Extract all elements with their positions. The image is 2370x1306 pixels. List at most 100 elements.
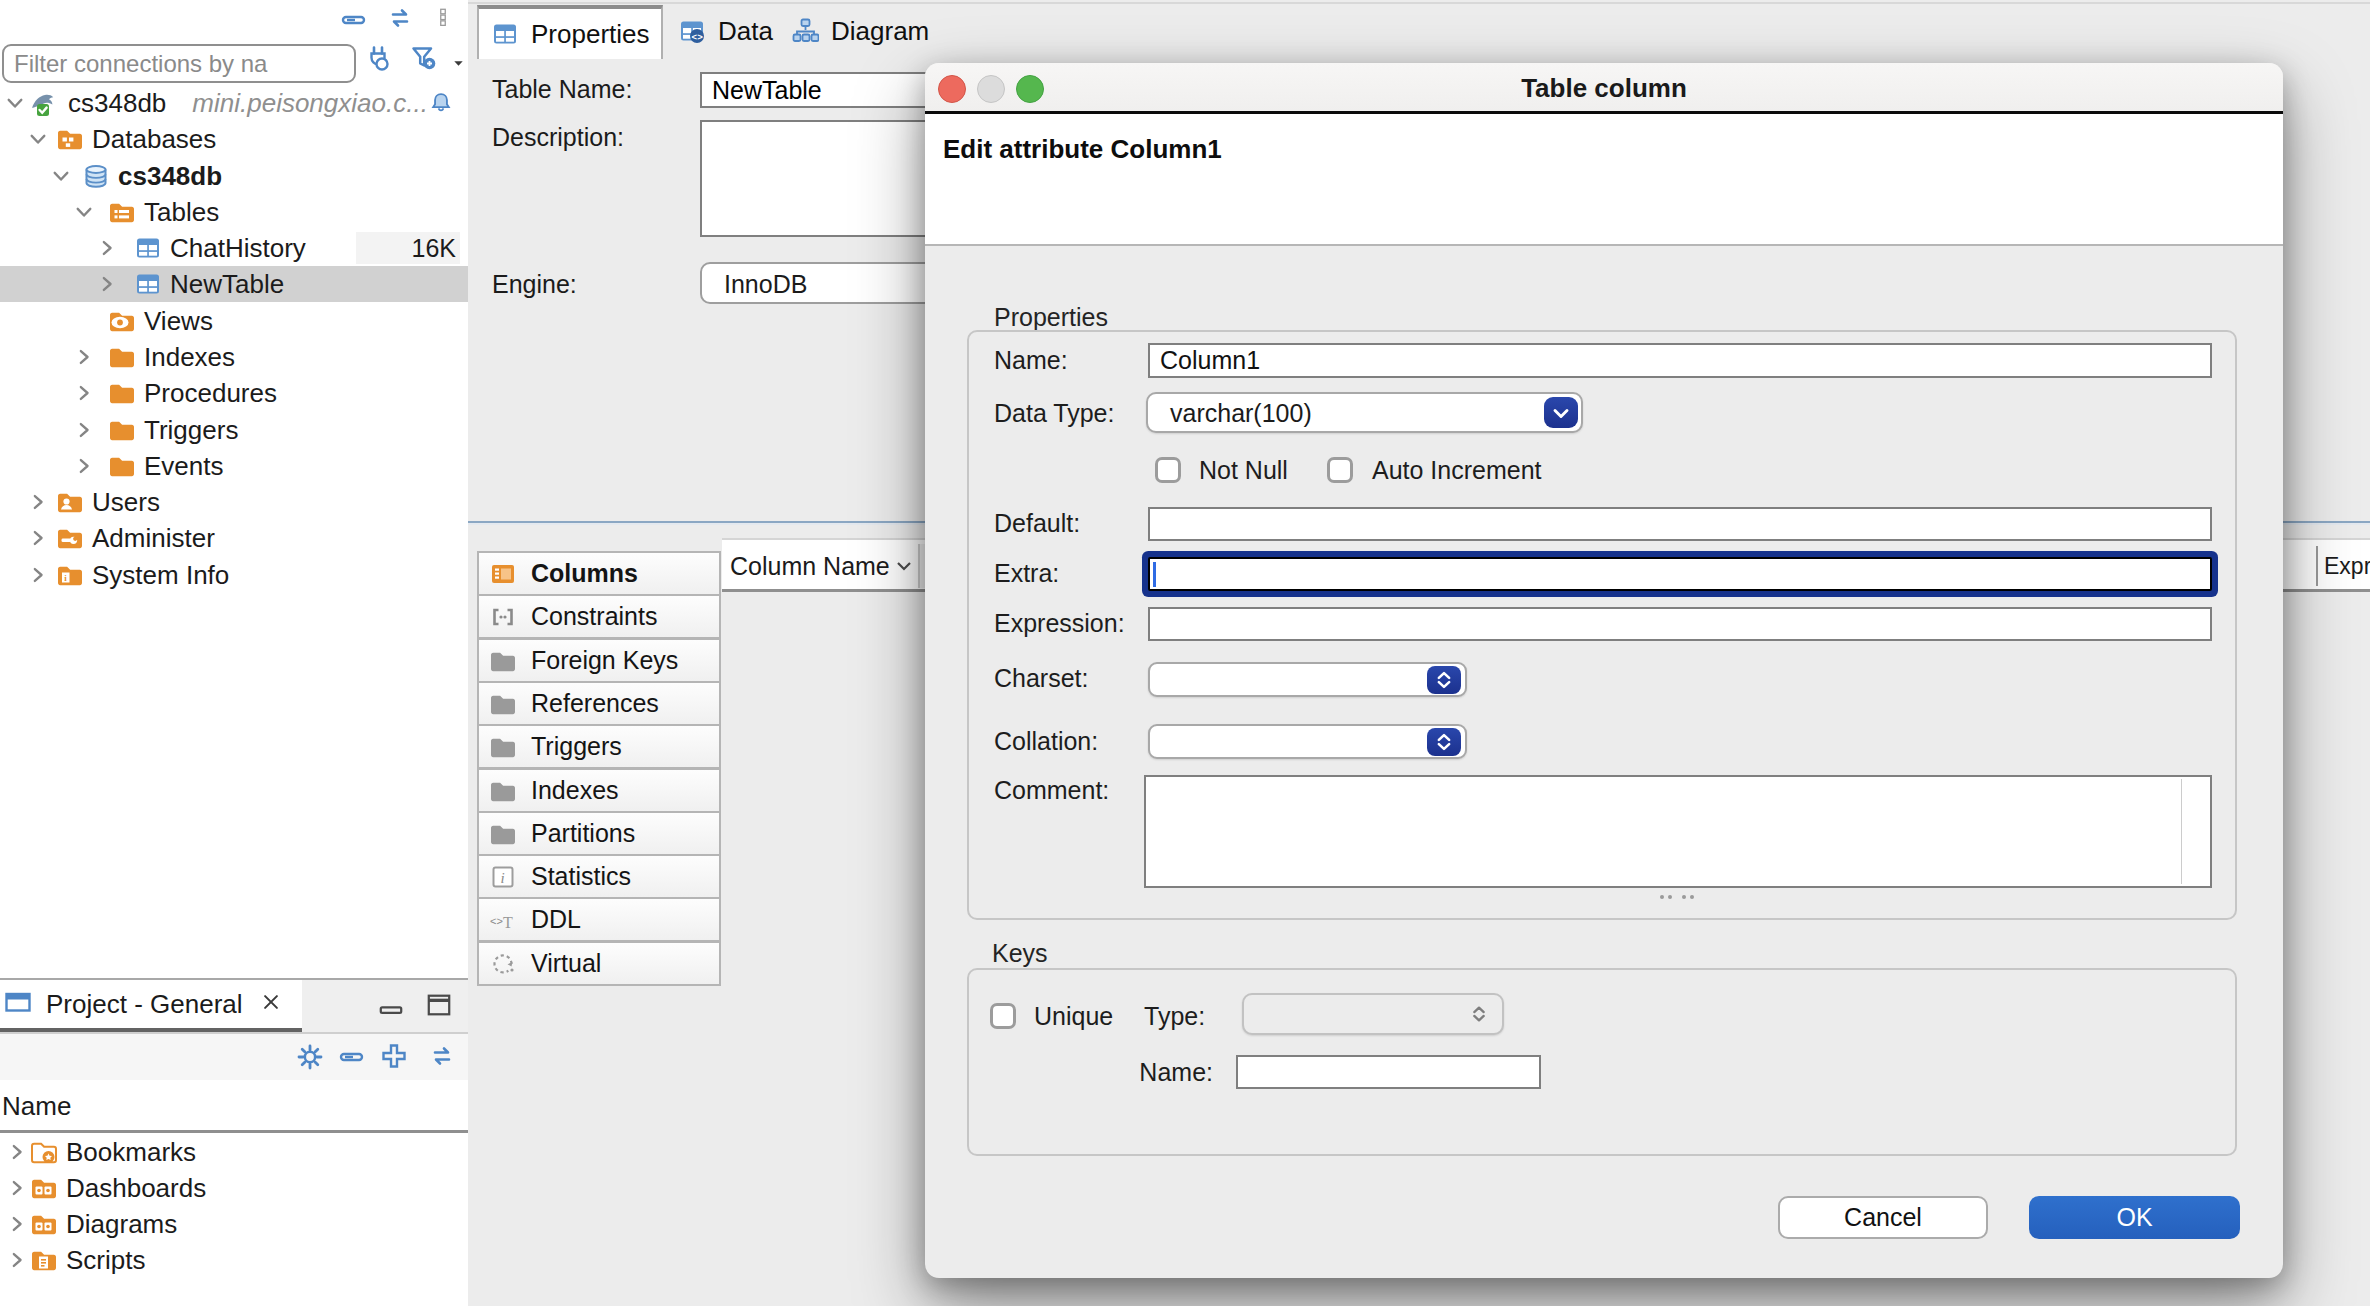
tree-item-administer-folder[interactable]: Administer <box>0 520 470 556</box>
chevron-right-icon[interactable] <box>27 527 49 549</box>
tree-item-systeminfo-folder[interactable]: iSystem Info <box>0 557 470 593</box>
tree-item-connection-cs348db[interactable]: cs348dbmini.peisongxiao.c... <box>0 85 470 121</box>
description-label: Description: <box>492 123 624 152</box>
view-menu-icon[interactable] <box>434 2 452 36</box>
chevron-right-icon[interactable] <box>6 1213 28 1235</box>
project-tab-label: Project - General <box>46 989 243 1020</box>
autoincrement-checkbox[interactable] <box>1327 457 1353 483</box>
notnull-checkbox[interactable] <box>1155 457 1181 483</box>
tree-item-triggers-folder[interactable]: Triggers <box>0 412 470 448</box>
tree-item-label: Procedures <box>144 375 277 411</box>
tree-item-databases-folder[interactable]: Databases <box>0 121 470 157</box>
default-input[interactable] <box>1148 507 2212 541</box>
cancel-button[interactable]: Cancel <box>1778 1196 1988 1239</box>
side-tab-virtual[interactable]: Virtual <box>477 941 721 986</box>
chevron-right-icon[interactable] <box>27 564 49 586</box>
collation-combo[interactable] <box>1148 724 1467 759</box>
charset-combo[interactable] <box>1148 662 1467 697</box>
tab-diagram[interactable]: Diagram <box>785 5 933 57</box>
unique-checkbox[interactable] <box>990 1003 1016 1029</box>
chevron-down-icon[interactable] <box>27 128 49 150</box>
tree-item-label: Users <box>92 484 160 520</box>
chevron-down-icon[interactable] <box>4 92 26 114</box>
chevron-right-icon[interactable] <box>27 491 49 513</box>
chevron-right-icon[interactable] <box>96 237 118 259</box>
keys-type-combo-disabled[interactable] <box>1242 993 1504 1035</box>
side-tab-constraints[interactable]: Constraints <box>477 594 721 639</box>
tree-item-table-chathistory[interactable]: ChatHistory16K <box>0 230 470 266</box>
tree-item-indexes-folder[interactable]: Indexes <box>0 339 470 375</box>
datatype-combo[interactable]: varchar(100) <box>1146 392 1583 433</box>
chevron-right-icon[interactable] <box>73 382 95 404</box>
ok-button[interactable]: OK <box>2029 1196 2240 1239</box>
minimize-icon[interactable] <box>378 998 404 1014</box>
chevron-right-icon[interactable] <box>73 455 95 477</box>
column-name-label: Name: <box>994 342 1068 378</box>
extra-input-focused[interactable] <box>1148 557 2212 591</box>
expression-input[interactable] <box>1148 607 2212 641</box>
project-item-scripts-folder[interactable]: Scripts <box>0 1242 470 1278</box>
settings-gear-icon[interactable] <box>296 1043 324 1071</box>
side-tab-ddl[interactable]: <>TDDL <box>477 897 721 942</box>
expression-header-label: Expr <box>2324 553 2370 580</box>
chevron-right-icon[interactable] <box>73 419 95 441</box>
maximize-icon[interactable] <box>426 992 452 1018</box>
resize-grip-dots[interactable] <box>1660 894 1700 900</box>
chevron-right-icon[interactable] <box>6 1141 28 1163</box>
project-name-column-header[interactable]: Name <box>0 1080 470 1130</box>
column-name-input[interactable] <box>1148 343 2212 378</box>
collapse-panel-icon[interactable] <box>340 6 368 34</box>
project-item-dashboards-folder[interactable]: Dashboards <box>0 1170 470 1206</box>
chevron-right-icon[interactable] <box>6 1249 28 1271</box>
diagram-tab-label: Diagram <box>831 16 929 47</box>
project-item-diagrams-folder[interactable]: Diagrams <box>0 1206 470 1242</box>
sort-chevron-icon[interactable] <box>892 554 916 578</box>
side-tab-indexes[interactable]: Indexes <box>477 768 721 813</box>
filter-connections-input[interactable] <box>2 44 356 83</box>
keys-type-stepper-gray <box>1468 1001 1492 1031</box>
collation-label: Collation: <box>994 723 1098 759</box>
chevron-down-icon[interactable] <box>50 165 72 187</box>
tree-item-views-folder[interactable]: Views <box>0 303 470 339</box>
tab-properties[interactable]: Properties <box>477 5 663 59</box>
tab-project-general[interactable]: Project - General <box>0 980 302 1032</box>
dialog-titlebar[interactable]: Table column <box>925 63 2283 114</box>
expand-add-icon[interactable] <box>380 1042 410 1072</box>
tree-item-table-newtable[interactable]: NewTable <box>0 266 470 302</box>
chevron-right-icon[interactable] <box>73 346 95 368</box>
folder-plain-icon <box>108 343 136 371</box>
link-with-editor-icon[interactable] <box>386 4 416 34</box>
folder-plain-icon <box>108 416 136 444</box>
collapse-all-icon[interactable] <box>338 1043 368 1071</box>
tree-item-events-folder[interactable]: Events <box>0 448 470 484</box>
side-tab-foreign-keys[interactable]: Foreign Keys <box>477 638 721 683</box>
tab-data[interactable]: <> Data <box>671 5 783 57</box>
side-tab-columns[interactable]: Columns <box>477 551 721 596</box>
plug-icon[interactable] <box>364 44 404 84</box>
side-tab-references[interactable]: References <box>477 681 721 726</box>
close-icon[interactable] <box>260 991 284 1015</box>
tree-item-users-folder[interactable]: Users <box>0 484 470 520</box>
collation-stepper-button[interactable] <box>1427 728 1461 756</box>
keys-name-input[interactable] <box>1236 1055 1541 1089</box>
side-tab-partitions[interactable]: Partitions <box>477 811 721 856</box>
side-tab-statistics[interactable]: iStatistics <box>477 854 721 899</box>
tree-item-database-cs348db[interactable]: cs348db <box>0 158 470 194</box>
side-tab-triggers[interactable]: Triggers <box>477 724 721 769</box>
chevron-right-icon[interactable] <box>6 1177 28 1199</box>
database-navigator-panel: cs348dbmini.peisongxiao.c...Databasescs3… <box>0 0 470 1306</box>
comment-textarea[interactable] <box>1144 775 2212 888</box>
filter-objects-icon[interactable] <box>410 44 450 84</box>
side-tab-label: Virtual <box>531 949 601 978</box>
charset-stepper-button[interactable] <box>1427 666 1461 694</box>
chevron-down-icon[interactable] <box>73 201 95 223</box>
chevron-right-icon[interactable] <box>96 273 118 295</box>
datatype-dropdown-button[interactable] <box>1544 397 1578 428</box>
engine-value: InnoDB <box>724 270 807 299</box>
project-item-bookmarks-folder[interactable]: Bookmarks <box>0 1134 470 1170</box>
link-editor-icon[interactable] <box>428 1042 458 1072</box>
tree-item-tables-folder[interactable]: Tables <box>0 194 470 230</box>
datatype-value: varchar(100) <box>1170 399 1312 428</box>
tree-item-procedures-folder[interactable]: Procedures <box>0 375 470 411</box>
filter-dropdown-caret[interactable] <box>452 56 466 70</box>
